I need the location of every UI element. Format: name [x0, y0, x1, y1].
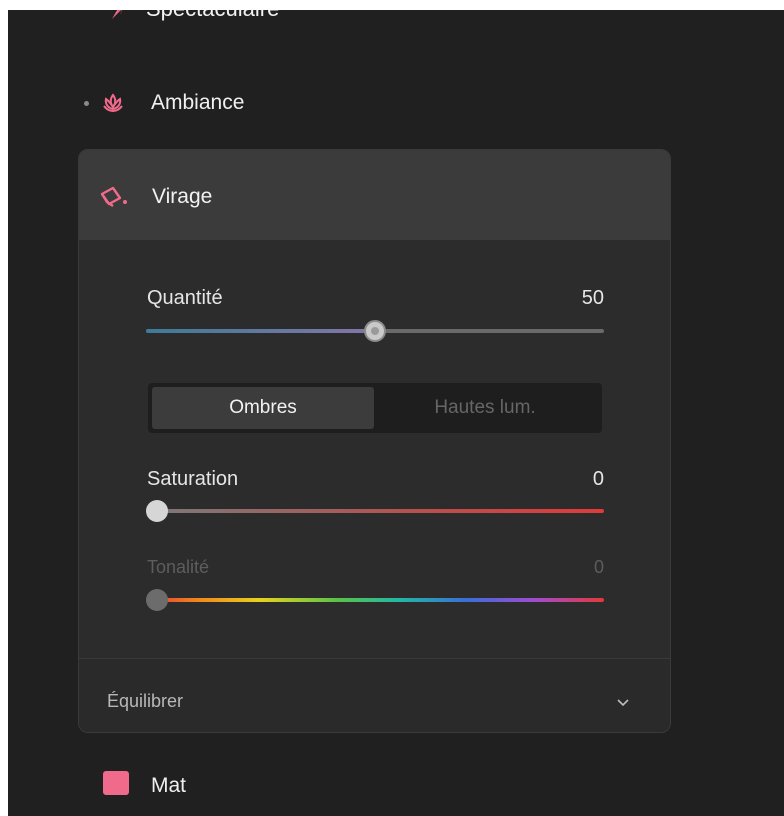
paint-bucket-icon: [100, 186, 127, 207]
lotus-icon: [103, 93, 123, 113]
quantite-label: Quantité: [147, 287, 223, 309]
slider-fill: [146, 329, 375, 333]
shadows-highlights-toggle: Ombres Hautes lum.: [148, 383, 602, 433]
nav-item-label: Mat: [151, 774, 187, 797]
slider-track: [146, 598, 604, 602]
nav-item-mat[interactable]: Mat: [8, 762, 784, 802]
virage-card: Virage Quantité 50 Ombres Hautes lum. Sa…: [78, 149, 671, 733]
tonalite-slider[interactable]: [146, 589, 604, 611]
card-title: Virage: [152, 185, 213, 208]
edit-panel: Spectaculaire Ambiance Virage Quantité 5…: [8, 10, 784, 816]
mat-swatch-icon: [103, 771, 129, 795]
chevron-down-icon: [617, 699, 629, 707]
nav-item-label: Ambiance: [151, 91, 245, 114]
nav-item-spectaculaire[interactable]: Spectaculaire: [108, 10, 279, 22]
slider-thumb[interactable]: [146, 589, 168, 611]
tonalite-value: 0: [593, 557, 604, 577]
saturation-label: Saturation: [147, 468, 239, 490]
virage-card-header[interactable]: Virage: [79, 150, 670, 240]
saturation-value: 0: [592, 468, 604, 490]
spark-icon: [112, 10, 123, 19]
equilibrer-expander[interactable]: Équilibrer: [79, 659, 670, 732]
equilibrer-label: Équilibrer: [107, 691, 184, 711]
nav-item-ambiance[interactable]: Ambiance: [8, 80, 784, 126]
quantite-value: 50: [581, 287, 604, 309]
ombres-button[interactable]: Ombres: [152, 387, 374, 429]
tonalite-label: Tonalité: [147, 557, 210, 577]
nav-item-label: Spectaculaire: [146, 10, 279, 22]
quantite-slider[interactable]: [146, 320, 604, 342]
hautes-lumieres-button[interactable]: Hautes lum.: [374, 387, 596, 429]
slider-track: [146, 509, 604, 513]
saturation-slider[interactable]: [146, 500, 604, 522]
slider-thumb[interactable]: [364, 320, 386, 342]
slider-thumb[interactable]: [146, 500, 168, 522]
selection-dot: [84, 101, 89, 106]
